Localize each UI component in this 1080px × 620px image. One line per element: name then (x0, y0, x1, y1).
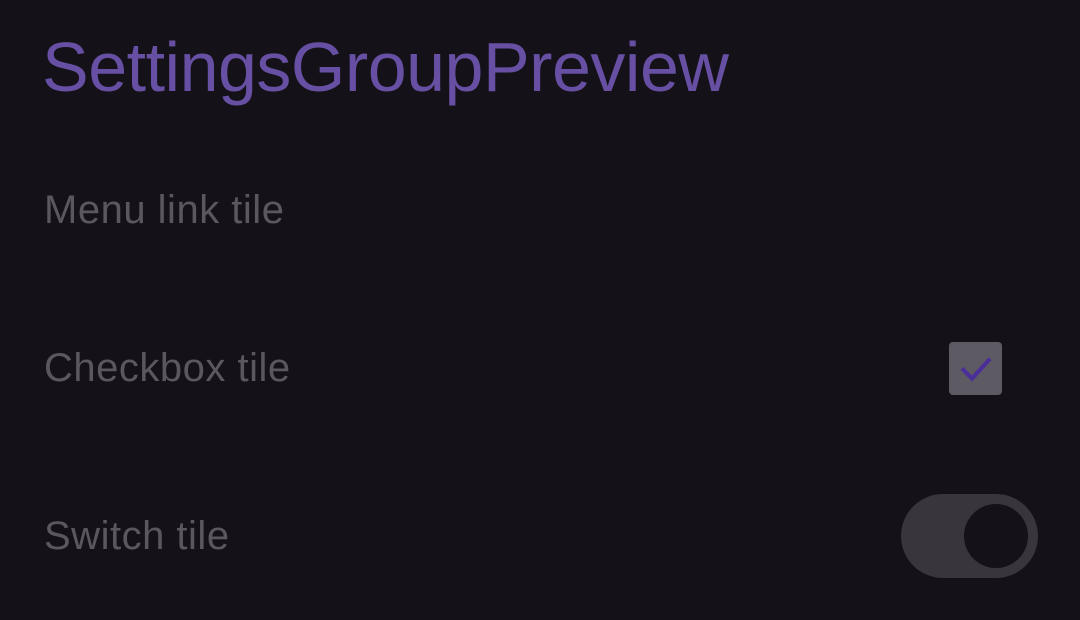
tile-switch[interactable] (901, 494, 1038, 578)
settings-screen: SettingsGroupPreview Menu link tile Chec… (0, 0, 1080, 620)
switch-tile[interactable]: Switch tile (0, 476, 1080, 596)
checkmark-icon (959, 356, 992, 381)
checkbox-tile-label: Checkbox tile (44, 345, 291, 390)
switch-tile-label: Switch tile (44, 513, 230, 558)
switch-thumb (964, 504, 1028, 568)
menu-link-tile[interactable]: Menu link tile (0, 150, 1080, 270)
tile-checkbox[interactable] (949, 342, 1002, 395)
settings-group-title: SettingsGroupPreview (42, 28, 729, 106)
menu-link-tile-label: Menu link tile (44, 187, 285, 232)
checkbox-tile[interactable]: Checkbox tile (0, 308, 1080, 428)
